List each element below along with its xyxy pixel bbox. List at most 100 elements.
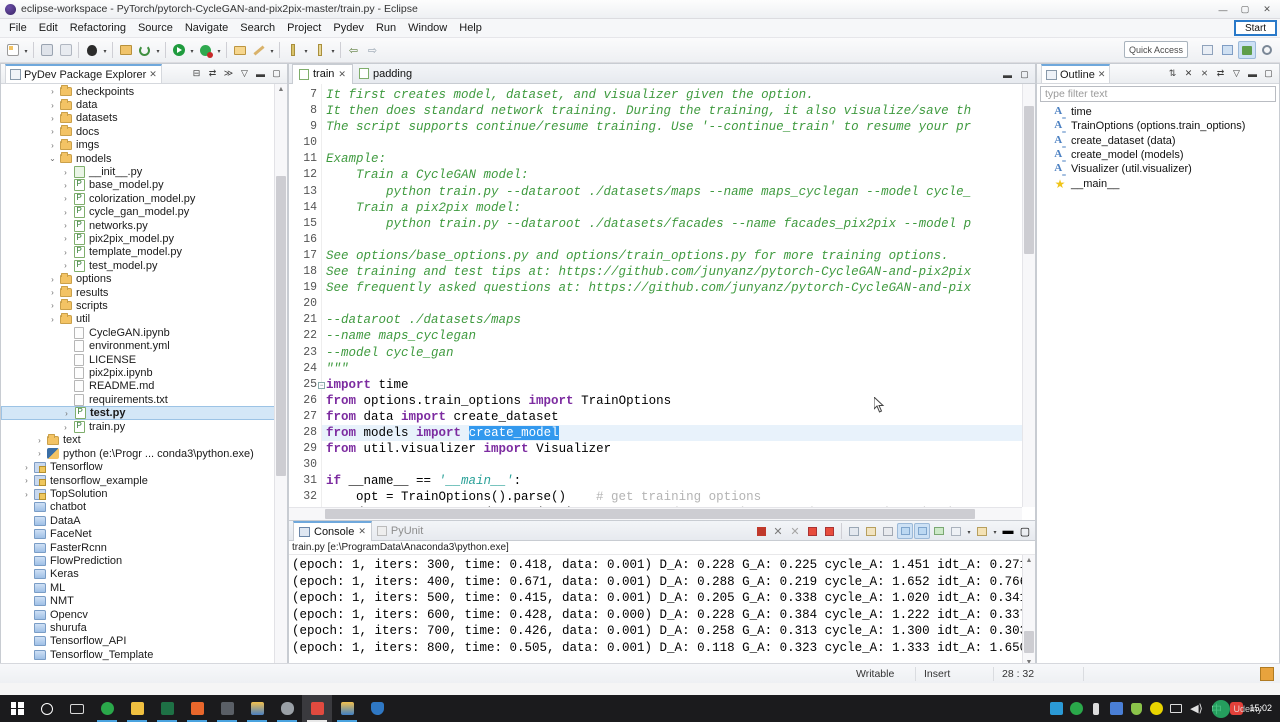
code-line[interactable]: opt = TrainOptions().parse() # get train… [322,489,1035,505]
tree-item[interactable]: environment.yml [1,339,287,353]
scroll-thumb[interactable] [325,509,975,519]
cortana-search-icon[interactable] [32,695,62,722]
new-icon[interactable] [4,42,21,59]
code-line[interactable]: from util.visualizer import Visualizer [322,441,1035,457]
next-annotation-dropdown-icon[interactable]: ▾ [302,42,310,58]
tray-network-icon[interactable] [1169,702,1183,716]
editor-tab-train[interactable]: train ✕ [292,63,353,84]
open-perspective-icon[interactable] [117,42,134,59]
debug-dropdown-icon[interactable]: ▾ [101,42,109,58]
tree-item[interactable]: › test_model.py [1,259,287,272]
tab-pyunit[interactable]: PyUnit [372,521,428,541]
code-line[interactable] [322,296,1035,312]
code-line[interactable]: from data import create_dataset [322,409,1035,425]
tree-item[interactable]: › networks.py [1,219,287,232]
code-line[interactable] [322,232,1035,248]
tree-item[interactable]: CycleGAN.ipynb [1,326,287,339]
tree-item[interactable]: › TopSolution [1,487,287,500]
chevron-right-icon[interactable]: › [46,127,59,136]
tray-antivirus-icon[interactable] [1149,702,1163,716]
scroll-thumb[interactable] [1024,106,1034,254]
view-menu-icon[interactable]: ▽ [1229,66,1244,81]
menu-refactoring[interactable]: Refactoring [64,20,132,36]
chevron-right-icon[interactable]: › [46,114,59,123]
collapse-all-icon[interactable]: ⊟ [189,66,204,81]
menu-pydev[interactable]: Pydev [327,20,370,36]
taskbar-app-shield[interactable] [362,695,392,722]
taskbar-app-office[interactable] [182,695,212,722]
outline-filter-input[interactable]: type filter text [1040,86,1276,102]
chevron-right-icon[interactable]: › [59,194,72,203]
chevron-right-icon[interactable]: › [46,87,59,96]
tray-app-blue-icon[interactable] [1049,702,1063,716]
chevron-right-icon[interactable]: › [59,221,72,230]
tree-item[interactable]: pix2pix.ipynb [1,366,287,379]
chevron-right-icon[interactable]: › [59,208,72,217]
tree-item[interactable]: › train.py [1,420,287,434]
tray-app-social-icon[interactable] [1109,702,1123,716]
code-line[interactable]: from options.train_options import TrainO… [322,393,1035,409]
chevron-right-icon[interactable]: › [59,261,72,270]
chevron-right-icon[interactable]: › [59,423,72,432]
minimize-button[interactable]: — [1212,1,1234,18]
show-console-on-output-icon[interactable] [880,523,896,539]
tree-item[interactable]: › scripts [1,299,287,312]
package-explorer-scrollbar[interactable]: ▲ ▼ [274,84,287,682]
tree-item[interactable]: › data [1,98,287,111]
save-icon[interactable] [38,42,55,59]
code-line[interactable]: if __name__ == '__main__': [322,473,1035,489]
task-view-icon[interactable] [62,695,92,722]
pencil-dropdown-icon[interactable]: ▾ [268,42,276,58]
tree-item[interactable]: › python (e:\Progr ... conda3\python.exe) [1,447,287,460]
run-icon[interactable] [170,42,187,59]
chevron-right-icon[interactable]: › [20,476,33,485]
taskbar-app-excel[interactable] [152,695,182,722]
view-menu-icon[interactable]: ▽ [237,66,252,81]
menu-help[interactable]: Help [453,20,488,36]
chevron-right-icon[interactable]: › [20,463,33,472]
tree-item[interactable]: LICENSE [1,353,287,366]
minimize-console-icon[interactable]: ▬ [1000,523,1016,539]
menu-project[interactable]: Project [281,20,327,36]
minimize-view-icon[interactable]: ▬ [1245,66,1260,81]
taskbar-app-terminal[interactable] [212,695,242,722]
maximize-view-icon[interactable]: ▢ [1261,66,1276,81]
tree-item[interactable]: › colorization_model.py [1,192,287,205]
close-icon[interactable]: ✕ [358,526,366,537]
remove-launch-icon[interactable]: ✕ [770,523,786,539]
menu-navigate[interactable]: Navigate [179,20,234,36]
code-line[interactable]: python train.py --dataroot ./datasets/fa… [322,216,1035,232]
scroll-up-icon[interactable]: ▲ [276,84,286,95]
tree-item[interactable]: › imgs [1,138,287,152]
taskbar-app-chart[interactable] [242,695,272,722]
tree-item[interactable]: FasterRcnn [1,541,287,554]
new-dropdown-icon[interactable]: ▾ [22,42,30,58]
debug-icon[interactable] [83,42,100,59]
tree-item[interactable]: › datasets [1,111,287,125]
clear-console-icon[interactable] [821,523,837,539]
chevron-right-icon[interactable]: › [59,181,72,190]
code-line[interactable]: The script supports continue/resume trai… [322,119,1035,135]
console-vertical-scrollbar[interactable]: ▲ ▼ [1022,555,1035,668]
run-last-icon[interactable] [197,42,214,59]
refresh-dropdown-icon[interactable]: ▾ [154,42,162,58]
link-with-editor-icon[interactable]: ⇄ [1213,66,1228,81]
menu-file[interactable]: File [3,20,33,36]
tree-item[interactable]: ⌄ models [1,152,287,165]
tree-item[interactable]: › results [1,286,287,299]
scroll-up-icon[interactable]: ▲ [1024,555,1034,566]
tree-item[interactable]: › base_model.py [1,179,287,192]
chevron-down-icon[interactable]: ⌄ [46,154,59,163]
tray-volume-icon[interactable]: ◀⟩ [1189,702,1203,716]
pin-console-icon[interactable] [897,523,913,539]
code-editor[interactable]: 7 8 9 10 11 12 13 14 15 16 17 18 19 20 21 22 23 24 25− 26 27… [289,84,1035,520]
perspective-settings-button[interactable] [1258,41,1276,59]
open-folder-icon[interactable] [231,42,248,59]
taskbar-app-vm[interactable] [332,695,362,722]
package-explorer-tree[interactable]: › checkpoints › data › datasets › docs › imgs ⌄ mod… [1,84,287,682]
minimize-view-icon[interactable]: ▬ [253,66,268,81]
menu-source[interactable]: Source [132,20,179,36]
new-console-dropdown-icon[interactable]: ▾ [991,523,999,539]
tree-item[interactable]: › cycle_gan_model.py [1,206,287,219]
minimize-editor-icon[interactable]: ▬ [1000,67,1015,82]
